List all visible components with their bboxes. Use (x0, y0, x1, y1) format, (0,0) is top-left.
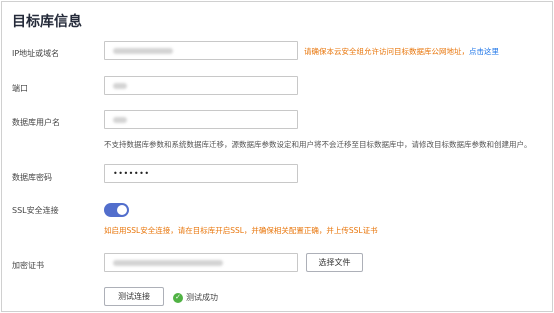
ip-value-redacted (113, 48, 173, 54)
cert-file-input[interactable] (104, 253, 298, 272)
user-value-redacted (113, 117, 127, 123)
page-title: 目标库信息 (12, 14, 82, 30)
target-db-panel: 目标库信息 IP地址或域名 请确保本云安全组允许访问目标数据库公网地址，点击这里… (1, 1, 553, 312)
ssl-toggle-knob (117, 205, 127, 215)
ssl-label: SSL安全连接 (12, 206, 59, 215)
ip-hint-link[interactable]: 点击这里 (469, 47, 499, 56)
select-file-button[interactable]: 选择文件 (306, 253, 363, 272)
success-check-icon: ✓ (173, 292, 183, 303)
password-value: ••••••• (113, 169, 150, 178)
ssl-toggle[interactable] (104, 203, 129, 217)
ssl-hint: 如启用SSL安全连接，请在目标库开启SSL，并确保相关配置正确，并上传SSL证书 (104, 226, 378, 235)
ip-label: IP地址或域名 (12, 49, 60, 58)
test-result-text: 测试成功 (186, 293, 218, 302)
password-input[interactable]: ••••••• (104, 164, 298, 183)
port-input[interactable] (104, 76, 298, 95)
user-input[interactable] (104, 110, 298, 129)
user-hint: 不支持数据库参数和系统数据库迁移，源数据库参数设定和用户将不会迁移至目标数据库中… (104, 140, 532, 149)
cert-label: 加密证书 (12, 261, 44, 270)
test-connection-button[interactable]: 测试连接 (104, 287, 164, 306)
ip-hint-text: 请确保本云安全组允许访问目标数据库公网地址， (304, 47, 469, 56)
cert-filename-redacted (113, 260, 223, 266)
ip-hint: 请确保本云安全组允许访问目标数据库公网地址，点击这里 (304, 46, 499, 57)
port-label: 端口 (12, 84, 28, 93)
test-result: ✓ 测试成功 (173, 292, 218, 303)
user-label: 数据库用户名 (12, 118, 60, 127)
port-value-redacted (113, 83, 127, 89)
password-label: 数据库密码 (12, 173, 52, 182)
ip-input[interactable] (104, 41, 298, 60)
